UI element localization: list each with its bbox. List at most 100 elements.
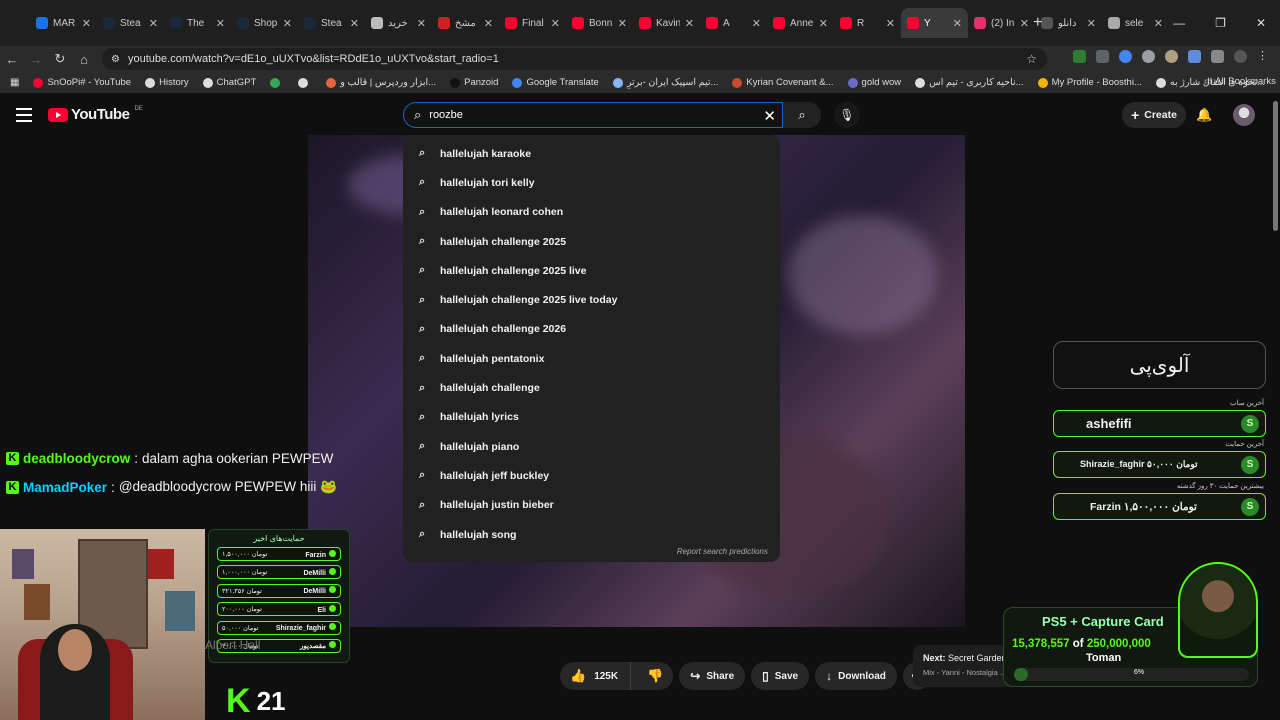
search-box[interactable]: ⌕ ✕ bbox=[403, 102, 783, 128]
apps-grid-icon[interactable]: ▦ bbox=[10, 77, 19, 88]
browser-tab[interactable]: R ✕ bbox=[834, 8, 901, 38]
download-button[interactable]: ↓ Download bbox=[815, 662, 897, 690]
search-suggestion-item[interactable]: ⌕ hallelujah karaoke bbox=[403, 139, 780, 168]
browser-tab[interactable]: Anne ✕ bbox=[767, 8, 834, 38]
voice-search-button[interactable]: 🎙 bbox=[834, 102, 860, 128]
browser-tab[interactable]: Bonn ✕ bbox=[566, 8, 633, 38]
save-button[interactable]: ▯ Save bbox=[751, 662, 810, 690]
bookmark-item[interactable]: Google Translate bbox=[512, 77, 599, 88]
browser-tab[interactable]: Y ✕ bbox=[901, 8, 968, 38]
notifications-bell-icon[interactable]: 🔔 bbox=[1196, 107, 1212, 123]
search-suggestion-item[interactable]: ⌕ hallelujah piano bbox=[403, 432, 780, 461]
bookmark-item[interactable]: SnOoPi# - YouTube bbox=[33, 77, 131, 88]
bookmark-item[interactable]: ChatGPT bbox=[202, 77, 256, 88]
close-tab-icon[interactable]: ✕ bbox=[350, 17, 359, 30]
search-suggestion-item[interactable]: ⌕ hallelujah challenge bbox=[403, 373, 780, 402]
search-suggestion-item[interactable]: ⌕ hallelujah pentatonix bbox=[403, 344, 780, 373]
browser-tab[interactable]: Shop ✕ bbox=[231, 8, 298, 38]
site-info-icon[interactable]: ⚙ bbox=[111, 54, 120, 65]
forward-button[interactable]: → bbox=[24, 52, 48, 67]
guide-menu-icon[interactable] bbox=[16, 108, 32, 122]
browser-tab[interactable]: دانلو ✕ bbox=[1035, 8, 1102, 38]
bookmark-star-icon[interactable]: ☆ bbox=[1026, 52, 1037, 66]
extension-icon[interactable] bbox=[1142, 50, 1155, 63]
close-tab-icon[interactable]: ✕ bbox=[752, 17, 761, 30]
search-suggestion-item[interactable]: ⌕ hallelujah jeff buckley bbox=[403, 461, 780, 490]
bookmark-item[interactable] bbox=[298, 77, 312, 88]
extension-icon[interactable] bbox=[1188, 50, 1201, 63]
bookmark-item[interactable] bbox=[270, 77, 284, 88]
browser-tab[interactable]: Stea ✕ bbox=[97, 8, 164, 38]
browser-tab[interactable]: A ✕ bbox=[700, 8, 767, 38]
page-scrollbar[interactable] bbox=[1271, 95, 1280, 720]
close-tab-icon[interactable]: ✕ bbox=[1154, 17, 1163, 30]
close-tab-icon[interactable]: ✕ bbox=[953, 17, 962, 30]
bookmark-item[interactable]: ناحیه کاربری - تیم اس... bbox=[915, 77, 1024, 88]
browser-tab[interactable]: MAR ✕ bbox=[30, 8, 97, 38]
extension-icon[interactable] bbox=[1119, 50, 1132, 63]
search-button[interactable]: ⌕ bbox=[783, 102, 821, 128]
close-tab-icon[interactable]: ✕ bbox=[216, 17, 225, 30]
bookmark-item[interactable]: gold wow bbox=[847, 77, 901, 88]
close-tab-icon[interactable]: ✕ bbox=[551, 17, 560, 30]
close-tab-icon[interactable]: ✕ bbox=[484, 17, 493, 30]
bookmark-item[interactable]: My Profile - Boosthi... bbox=[1037, 77, 1142, 88]
close-tab-icon[interactable]: ✕ bbox=[618, 17, 627, 30]
reload-button[interactable]: ↻ bbox=[48, 51, 72, 67]
close-window-button[interactable]: ✕ bbox=[1256, 16, 1266, 30]
search-suggestion-item[interactable]: ⌕ hallelujah lyrics bbox=[403, 403, 780, 432]
new-tab-button[interactable]: + bbox=[1033, 14, 1042, 32]
search-suggestion-item[interactable]: ⌕ hallelujah song bbox=[403, 520, 780, 549]
share-button[interactable]: ↪ Share bbox=[679, 662, 746, 690]
dislike-button[interactable]: 👎 bbox=[637, 668, 673, 684]
browser-tab[interactable]: Kavin ✕ bbox=[633, 8, 700, 38]
all-bookmarks[interactable]: ▭ All Bookmarks bbox=[1204, 76, 1276, 87]
close-tab-icon[interactable]: ✕ bbox=[1087, 17, 1096, 30]
extension-icon[interactable] bbox=[1096, 50, 1109, 63]
address-bar[interactable]: ⚙ youtube.com/watch?v=dE1o_uUXTvo&list=R… bbox=[102, 48, 1047, 70]
browser-tab[interactable]: sele ✕ bbox=[1102, 8, 1169, 38]
close-tab-icon[interactable]: ✕ bbox=[685, 17, 694, 30]
extension-icon[interactable] bbox=[1073, 50, 1086, 63]
close-tab-icon[interactable]: ✕ bbox=[417, 17, 426, 30]
close-tab-icon[interactable]: ✕ bbox=[149, 17, 158, 30]
report-predictions-link[interactable]: Report search predictions bbox=[677, 547, 768, 556]
scrollbar-thumb[interactable] bbox=[1273, 101, 1278, 231]
search-input[interactable] bbox=[429, 109, 730, 121]
search-suggestion-item[interactable]: ⌕ hallelujah challenge 2025 live bbox=[403, 256, 780, 285]
bookmark-item[interactable]: تیم اسپیک ایران -برترِ... bbox=[612, 77, 718, 88]
browser-tab[interactable]: مشخ ✕ bbox=[432, 8, 499, 38]
puzzle-icon[interactable] bbox=[1211, 50, 1224, 63]
like-button[interactable]: 👍 125K bbox=[560, 662, 632, 690]
close-tab-icon[interactable]: ✕ bbox=[819, 17, 828, 30]
bookmark-item[interactable]: ابزار وردپرس | قالب و... bbox=[326, 77, 436, 88]
create-button[interactable]: + Create bbox=[1122, 102, 1186, 128]
search-suggestion-item[interactable]: ⌕ hallelujah challenge 2025 bbox=[403, 227, 780, 256]
back-button[interactable]: ← bbox=[0, 52, 24, 67]
close-tab-icon[interactable]: ✕ bbox=[283, 17, 292, 30]
menu-icon[interactable]: ⋮ bbox=[1257, 50, 1270, 63]
browser-tab[interactable]: The ✕ bbox=[164, 8, 231, 38]
close-tab-icon[interactable]: ✕ bbox=[886, 17, 895, 30]
bookmark-item[interactable]: History bbox=[145, 77, 189, 88]
search-suggestion-item[interactable]: ⌕ hallelujah challenge 2026 bbox=[403, 315, 780, 344]
clear-search-icon[interactable]: ✕ bbox=[763, 107, 776, 125]
search-suggestion-item[interactable]: ⌕ hallelujah tori kelly bbox=[403, 168, 780, 197]
youtube-logo[interactable]: YouTube DE bbox=[48, 106, 143, 123]
home-button[interactable]: ⌂ bbox=[72, 52, 96, 67]
maximize-button[interactable]: ❐ bbox=[1215, 16, 1226, 30]
minimize-button[interactable]: — bbox=[1173, 16, 1185, 30]
browser-tab[interactable]: خرید ✕ bbox=[365, 8, 432, 38]
search-suggestion-item[interactable]: ⌕ hallelujah leonard cohen bbox=[403, 198, 780, 227]
search-suggestion-item[interactable]: ⌕ hallelujah justin bieber bbox=[403, 491, 780, 520]
extension-icon[interactable] bbox=[1165, 50, 1178, 63]
close-tab-icon[interactable]: ✕ bbox=[82, 17, 91, 30]
browser-tab[interactable]: Final ✕ bbox=[499, 8, 566, 38]
browser-tab[interactable]: (2) In ✕ bbox=[968, 8, 1035, 38]
account-avatar[interactable] bbox=[1233, 104, 1255, 126]
browser-tab[interactable]: Stea ✕ bbox=[298, 8, 365, 38]
search-suggestion-item[interactable]: ⌕ hallelujah challenge 2025 live today bbox=[403, 285, 780, 314]
profile-icon[interactable] bbox=[1234, 50, 1247, 63]
bookmark-item[interactable]: Panzoid bbox=[450, 77, 498, 88]
bookmark-item[interactable]: Kyrian Covenant &... bbox=[732, 77, 834, 88]
